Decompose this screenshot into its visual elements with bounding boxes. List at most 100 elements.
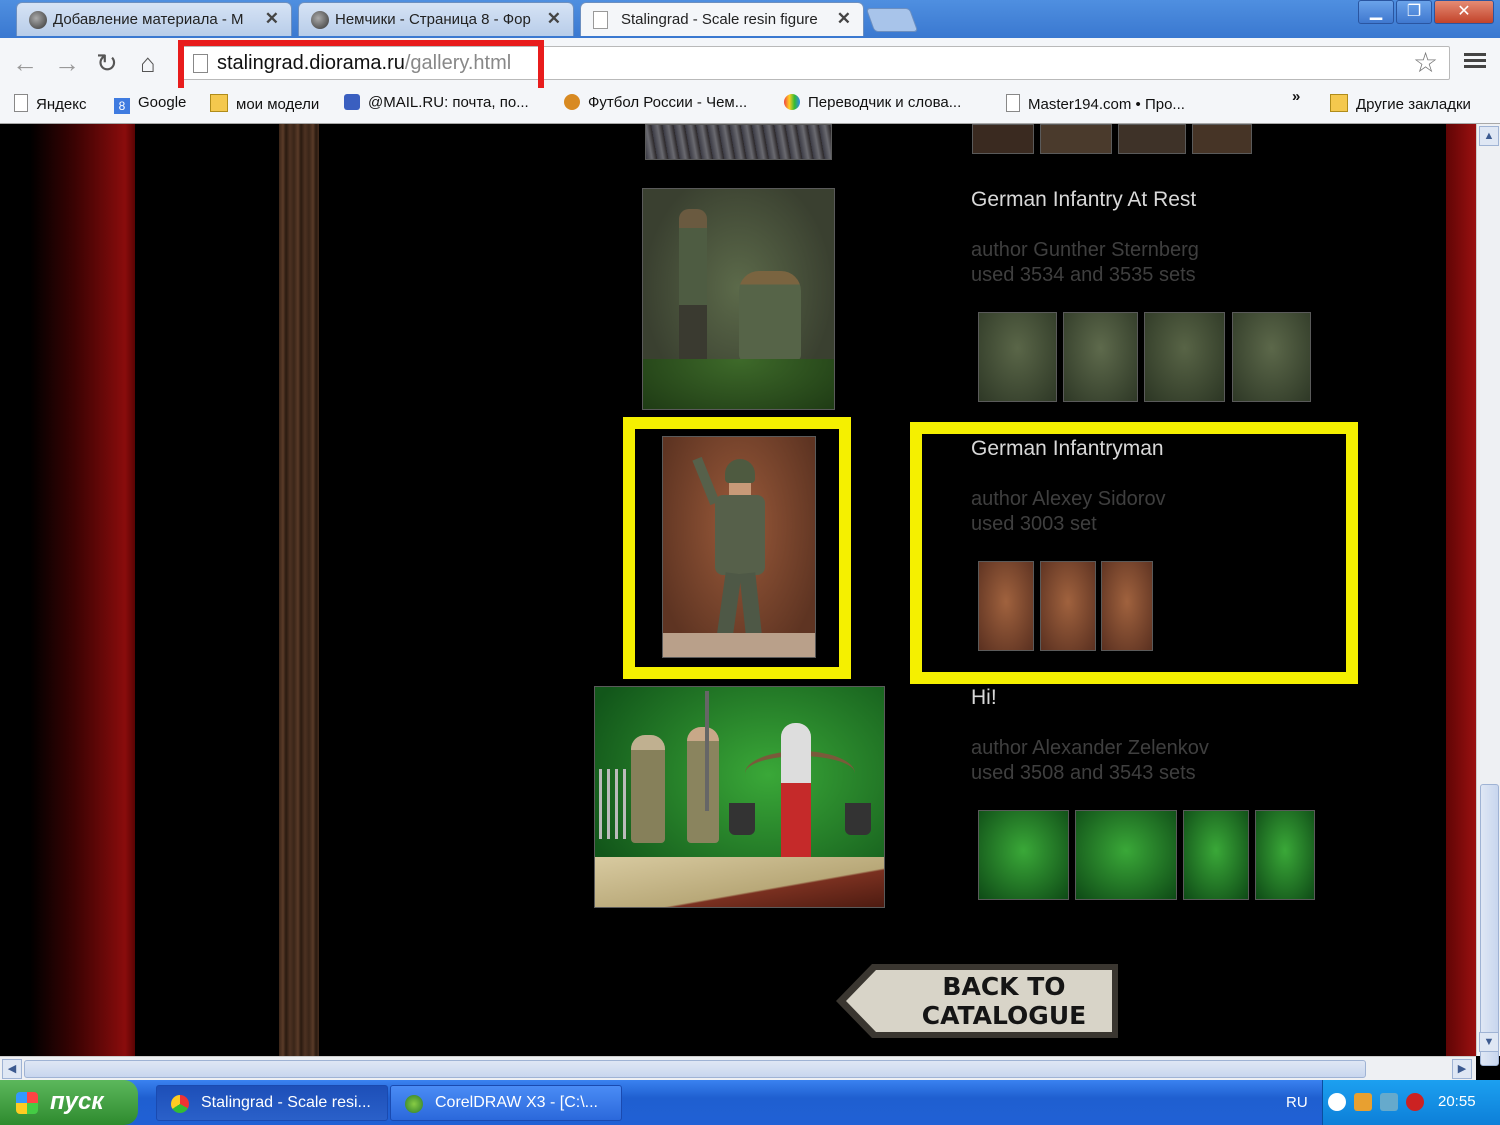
gallery-item-sets: used 3508 and 3543 sets (971, 762, 1196, 784)
ball-icon (564, 94, 580, 110)
wooden-post (279, 124, 319, 1056)
gallery-thumbnail[interactable] (1144, 312, 1225, 402)
bookmarks-bar: Яндекс 8 Google мои модели @MAIL.RU: почт… (0, 88, 1500, 124)
vertical-scroll-thumb[interactable] (1480, 784, 1499, 1066)
folder-icon (1330, 94, 1348, 112)
bookmark-item[interactable]: 8 Google (114, 94, 186, 114)
gallery-thumbnail[interactable] (1183, 810, 1249, 900)
folder-icon (210, 94, 228, 112)
page-favicon-icon (593, 11, 608, 29)
start-button[interactable]: пуск (0, 1080, 138, 1125)
gallery-thumbnail[interactable] (1192, 124, 1252, 154)
gallery-thumbnail[interactable] (1255, 810, 1315, 900)
gallery-thumbnail[interactable] (1101, 561, 1153, 651)
page-icon (14, 94, 28, 112)
bookmark-item[interactable]: Переводчик и слова... (784, 94, 961, 111)
gallery-thumbnail[interactable] (1232, 312, 1311, 402)
taskbar-item-label: Stalingrad - Scale resi... (201, 1094, 371, 1111)
tab-close-icon[interactable]: ✕ (265, 9, 279, 29)
tab-stalingrad[interactable]: Stalingrad - Scale resin figure ✕ (580, 2, 864, 36)
home-icon[interactable]: ⌂ (140, 48, 156, 78)
translate-icon (784, 94, 800, 110)
scroll-up-icon[interactable]: ▲ (1479, 126, 1499, 146)
horizontal-scrollbar[interactable]: ◀ ▶ (0, 1056, 1476, 1080)
gallery-thumbnail[interactable] (1075, 810, 1177, 900)
coreldraw-icon (405, 1095, 423, 1113)
back-arrow-icon[interactable]: ← (12, 48, 38, 78)
bookmark-item[interactable]: Master194.com • Про... (1006, 94, 1185, 113)
gallery-thumbnail[interactable] (978, 561, 1034, 651)
tab-strip: Добавление материала - M ✕ Немчики - Стр… (0, 0, 1500, 38)
close-window-button[interactable]: ✕ (1434, 0, 1494, 24)
mail-icon (344, 94, 360, 110)
left-red-border (0, 124, 135, 1056)
back-label-line2: CATALOGUE (921, 1001, 1087, 1030)
site-favicon-icon (29, 11, 47, 29)
tab-nemchiki[interactable]: Немчики - Страница 8 - Фор ✕ (298, 2, 574, 36)
tab-title: Stalingrad - Scale resin figure (621, 11, 818, 28)
google-icon: 8 (114, 98, 130, 114)
start-label: пуск (50, 1088, 104, 1115)
chrome-icon (171, 1095, 189, 1113)
maximize-button[interactable]: ❐ (1396, 0, 1432, 24)
gallery-main-image[interactable] (642, 188, 835, 410)
bookmark-item[interactable]: Футбол России - Чем... (564, 94, 747, 111)
gallery-thumbnail[interactable] (1040, 561, 1096, 651)
tab-add-material[interactable]: Добавление материала - M ✕ (16, 2, 292, 36)
forward-arrow-icon[interactable]: → (54, 48, 80, 78)
gallery-main-image[interactable] (662, 436, 816, 658)
back-to-catalogue-button[interactable]: BACK TO CATALOGUE (832, 962, 1122, 1042)
gallery-thumbnail[interactable] (1063, 312, 1138, 402)
gallery-item-author: author Alexander Zelenkov (971, 737, 1209, 759)
taskbar-item-label: CorelDRAW X3 - [C:\... (435, 1094, 598, 1111)
clock: 20:55 (1438, 1093, 1476, 1110)
bookmark-label: Футбол России - Чем... (588, 94, 748, 111)
bookmark-label: Переводчик и слова... (808, 94, 962, 111)
gallery-thumbnail[interactable] (978, 312, 1057, 402)
bookmark-star-icon[interactable]: ☆ (1413, 46, 1438, 79)
other-bookmarks-folder[interactable]: Другие закладки (1330, 94, 1471, 113)
tray-app-icon[interactable] (1354, 1093, 1372, 1111)
taskbar-item-chrome[interactable]: Stalingrad - Scale resi... (156, 1085, 388, 1121)
bookmarks-overflow-button[interactable]: » (1292, 88, 1300, 105)
site-favicon-icon (311, 11, 329, 29)
gallery-main-image[interactable] (645, 124, 832, 160)
gallery-thumbnail[interactable] (972, 124, 1034, 154)
back-label-line1: BACK TO (942, 972, 1066, 1001)
scroll-right-icon[interactable]: ▶ (1452, 1059, 1472, 1079)
new-tab-button[interactable] (865, 8, 919, 32)
bookmark-label: Яндекс (36, 96, 87, 113)
taskbar-item-coreldraw[interactable]: CorelDRAW X3 - [C:\... (390, 1085, 622, 1121)
gallery-main-image[interactable] (594, 686, 885, 908)
windows-logo-icon (16, 1092, 38, 1114)
gallery-item-title: Hi! (971, 686, 997, 709)
gallery-item-author: author Gunther Sternberg (971, 239, 1199, 261)
tray-expand-icon[interactable] (1328, 1093, 1346, 1111)
minimize-button[interactable]: ▁ (1358, 0, 1394, 24)
gallery-thumbnail[interactable] (1118, 124, 1186, 154)
gallery-item-title: German Infantry At Rest (971, 188, 1197, 211)
gallery-item-sets: used 3534 and 3535 sets (971, 264, 1196, 286)
vertical-scrollbar[interactable]: ▲ ▼ (1476, 124, 1500, 1066)
bookmark-item[interactable]: @MAIL.RU: почта, по... (344, 94, 529, 111)
language-indicator[interactable]: RU (1286, 1094, 1308, 1111)
menu-icon[interactable] (1464, 50, 1486, 71)
tab-title: Немчики - Страница 8 - Фор (335, 11, 531, 28)
bookmark-label: Google (138, 94, 187, 111)
gallery-thumbnail[interactable] (978, 810, 1069, 900)
scroll-left-icon[interactable]: ◀ (2, 1059, 22, 1079)
scroll-down-icon[interactable]: ▼ (1479, 1032, 1499, 1052)
network-icon[interactable] (1380, 1093, 1398, 1111)
antivirus-icon[interactable] (1406, 1093, 1424, 1111)
bookmark-item[interactable]: мои модели (210, 94, 319, 113)
tab-close-icon[interactable]: ✕ (547, 9, 561, 29)
bookmark-item[interactable]: Яндекс (14, 94, 86, 113)
horizontal-scroll-thumb[interactable] (24, 1060, 1366, 1078)
reload-icon[interactable]: ↻ (96, 48, 118, 78)
gallery-item-title: German Infantryman (971, 437, 1164, 460)
gallery-thumbnail[interactable] (1040, 124, 1112, 154)
page-icon (1006, 94, 1020, 112)
bookmark-label: Master194.com • Про... (1028, 96, 1185, 113)
tab-close-icon[interactable]: ✕ (837, 9, 851, 29)
gallery-item-sets: used 3003 set (971, 513, 1097, 535)
